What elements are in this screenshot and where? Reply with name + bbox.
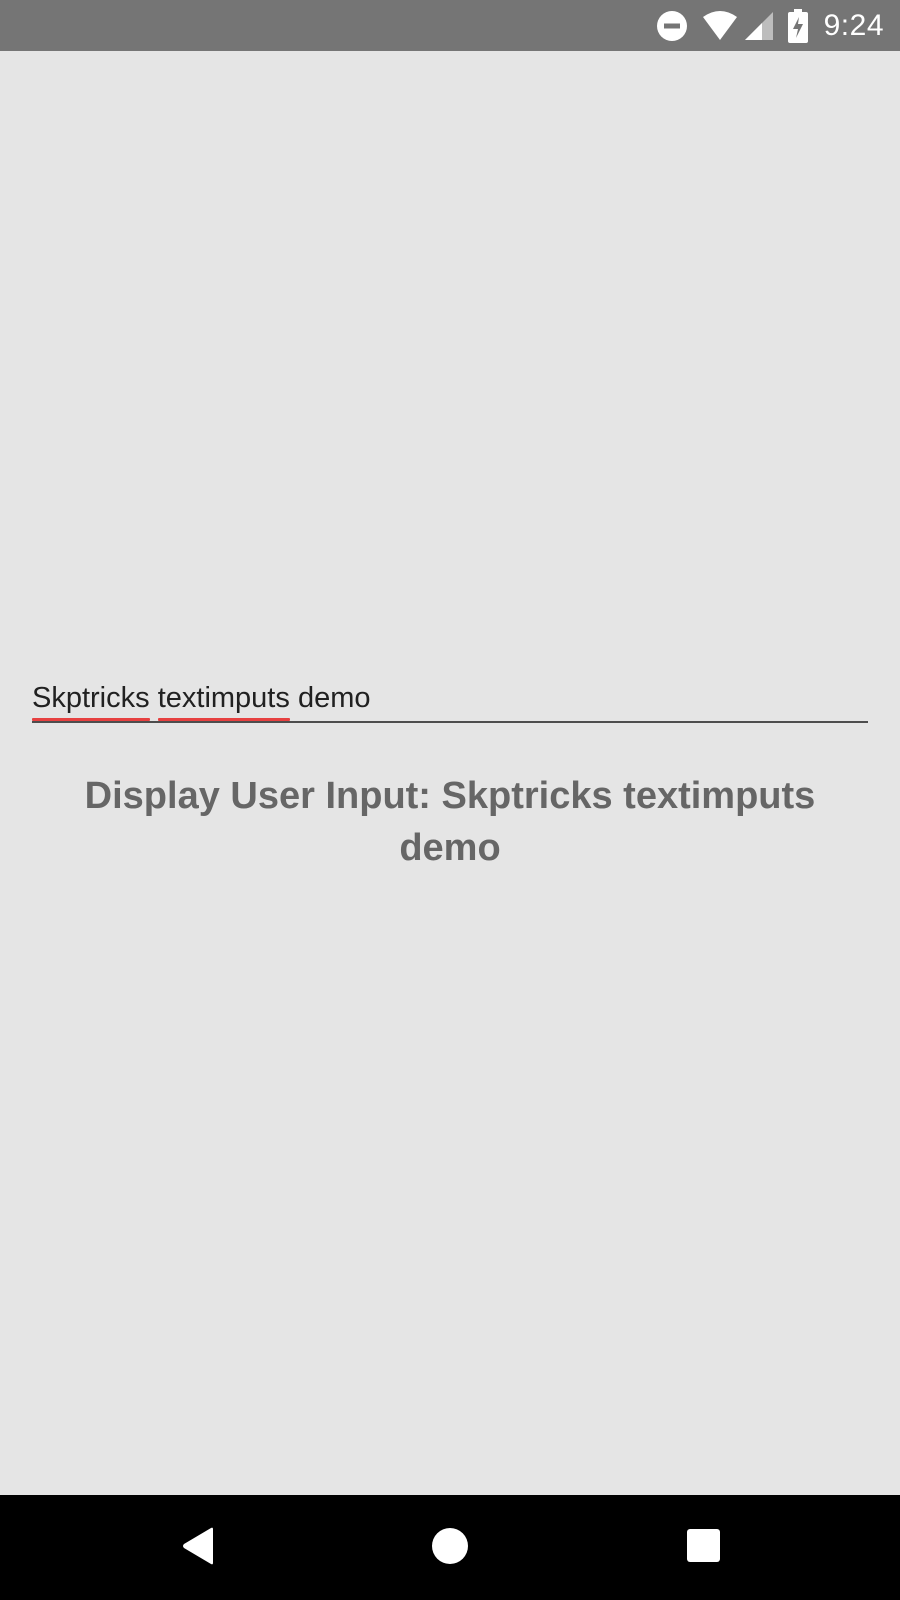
- battery-charging-icon: [787, 8, 808, 43]
- display-user-input-text: Display User Input: Skptricks textimputs…: [84, 775, 816, 869]
- navigation-bar: [0, 1495, 900, 1600]
- home-icon: [432, 1527, 468, 1568]
- text-input-value[interactable]: Skptricks textimputs demo: [32, 682, 371, 721]
- recents-icon: [686, 1529, 720, 1566]
- do-not-disturb-icon: [656, 10, 688, 42]
- back-button[interactable]: [138, 1495, 258, 1600]
- status-time: 9:24: [823, 8, 884, 42]
- input-word: demo: [297, 682, 371, 714]
- misspelled-word[interactable]: Skptricks: [32, 682, 150, 721]
- back-icon: [181, 1527, 215, 1569]
- main-content: Skptricks textimputs demo Display User I…: [0, 51, 900, 1495]
- status-bar: 9:24: [0, 0, 900, 51]
- cell-signal-icon: [744, 11, 774, 41]
- home-button[interactable]: [390, 1495, 510, 1600]
- misspelled-word[interactable]: textimputs: [157, 682, 291, 721]
- recents-button[interactable]: [643, 1495, 763, 1600]
- wifi-icon: [702, 10, 738, 41]
- text-input-field[interactable]: Skptricks textimputs demo: [32, 671, 868, 723]
- status-icons: 9:24: [642, 0, 884, 51]
